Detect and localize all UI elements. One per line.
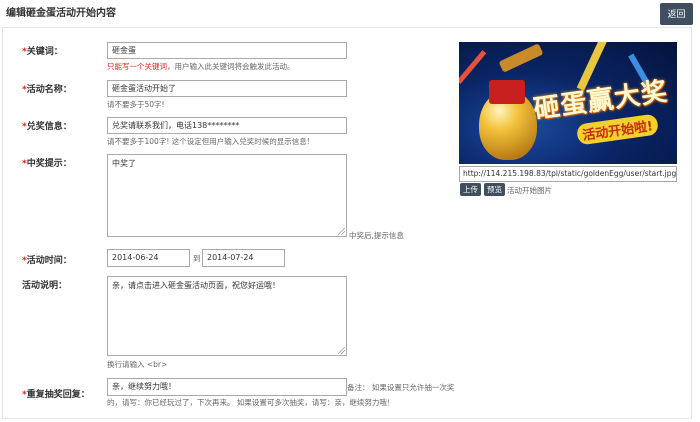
preview-button[interactable]: 预览 — [484, 183, 505, 196]
repeat-reply-note-1: 备注： 如果设置只允许抽一次奖 — [347, 383, 455, 392]
end-date-input[interactable]: 2014-07-24 — [202, 249, 285, 267]
back-button[interactable]: 返回 — [660, 3, 693, 25]
repeat-reply-note-2: 的，请写：你已经玩过了，下次再来。 如果设置可多次抽奖，请写：亲，继续努力哦！ — [107, 398, 395, 407]
activity-time-label: *活动时间： — [22, 256, 72, 266]
image-caption: 活动开始图片 — [507, 186, 552, 195]
ribbon-decoration — [459, 50, 487, 84]
keyword-label: *关键词： — [22, 47, 63, 57]
repeat-reply-input[interactable]: 亲，继续努力哦！ — [107, 378, 347, 396]
prize-info-input[interactable]: 兑奖请联系我们，电话138******** — [107, 117, 347, 134]
win-tip-textarea[interactable]: 中奖了 — [107, 154, 347, 237]
description-help: 换行请输入 <br> — [107, 360, 168, 369]
upload-button[interactable]: 上传 — [460, 183, 481, 196]
description-textarea[interactable]: 亲，请点击进入砸金蛋活动页面，祝您好运哦！ — [107, 276, 347, 356]
date-separator: 到 — [193, 254, 201, 263]
resize-grip-icon[interactable] — [338, 228, 345, 235]
start-date-input[interactable]: 2014-06-24 — [107, 249, 190, 267]
activity-name-label: *活动名称： — [22, 85, 72, 95]
resize-grip-icon[interactable] — [338, 347, 345, 354]
repeat-reply-label: *重复抽奖回复： — [22, 390, 90, 400]
hammer-icon — [498, 43, 544, 73]
keyword-input[interactable]: 砸金蛋 — [107, 42, 347, 59]
activity-name-input[interactable]: 砸金蛋活动开始了 — [107, 80, 347, 97]
activity-name-help: 请不要多于50字! — [107, 100, 165, 109]
win-tip-text: 中奖了 — [112, 159, 136, 168]
prize-info-label: *兑奖信息： — [22, 122, 72, 132]
image-url-input[interactable]: http://114.215.198.83/tpl/static/goldenE… — [459, 166, 677, 182]
prize-info-help: 请不要多于100字! 这个设定但用户输入兑奖时候的显示信息! — [107, 137, 310, 146]
gift-icon — [489, 80, 525, 104]
win-tip-help: 中奖后,提示信息 — [349, 231, 404, 240]
description-text: 亲，请点击进入砸金蛋活动页面，祝您好运哦！ — [112, 281, 280, 290]
keyword-help: 只能写一个关键词，用户输入此关键词将会触发此活动。 — [107, 62, 295, 71]
start-image-preview: 砸蛋赢大奖 活动开始啦! — [459, 42, 677, 164]
win-tip-label: *中奖提示： — [22, 159, 72, 169]
description-label: 活动说明： — [22, 281, 68, 291]
page-title: 编辑砸金蛋活动开始内容 — [6, 8, 116, 19]
